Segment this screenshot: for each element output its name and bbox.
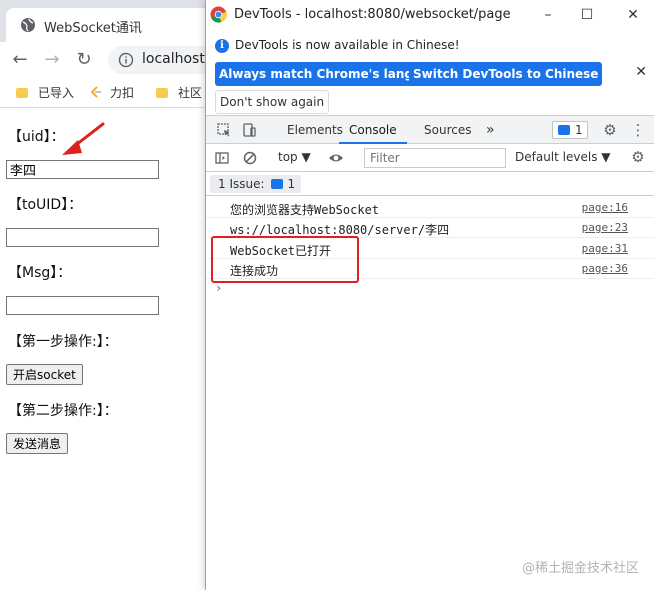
console-log-row: ws://localhost:8080/server/李四 page:23	[206, 218, 654, 238]
log-levels-selector[interactable]: Default levels ▼	[515, 150, 611, 164]
settings-gear-icon[interactable]: ⚙	[602, 122, 618, 138]
tab-sources[interactable]: Sources	[424, 116, 471, 144]
close-infobar-icon[interactable]: ✕	[635, 64, 647, 80]
switch-chinese-button[interactable]: Switch DevTools to Chinese	[409, 62, 603, 86]
uid-label: 【uid】：	[8, 129, 65, 145]
forward-arrow-icon[interactable]: →	[42, 50, 62, 70]
step1-label: 【第一步操作:】：	[8, 334, 118, 350]
minimize-icon[interactable]: –	[535, 4, 561, 26]
devtools-titlebar: DevTools - localhost:8080/websocket/page…	[206, 0, 654, 30]
tab-elements[interactable]: Elements	[287, 116, 343, 144]
source-link[interactable]: page:16	[582, 201, 628, 214]
console-settings-gear-icon[interactable]: ⚙	[630, 149, 646, 165]
red-arrow-annotation	[62, 122, 105, 155]
device-toolbar-icon[interactable]	[241, 122, 257, 138]
devtools-title: DevTools - localhost:8080/websocket/page	[234, 7, 511, 22]
issues-bar: 1 Issue: 1	[206, 172, 654, 196]
dont-show-again-button[interactable]: Don't show again	[215, 90, 330, 114]
browser-tab[interactable]: WebSocket通讯	[6, 8, 216, 42]
sidebar-toggle-icon[interactable]	[214, 150, 230, 166]
bookmark-label: 已导入	[38, 86, 75, 100]
inspect-element-icon[interactable]	[216, 122, 232, 138]
filter-input[interactable]	[364, 148, 506, 168]
issues-pill-label: 1 Issue:	[218, 177, 265, 191]
eye-icon[interactable]	[328, 150, 344, 166]
step2-label: 【第二步操作:】：	[8, 403, 118, 419]
infobar-message: DevTools is now available in Chinese!	[235, 38, 460, 52]
issues-badge[interactable]: 1	[552, 121, 588, 139]
devtools-panel-tabs: Elements Console Sources » 1 ⚙ ⋮	[206, 116, 654, 144]
devtools-window: DevTools - localhost:8080/websocket/page…	[205, 0, 654, 590]
globe-icon	[21, 18, 35, 32]
folder-icon	[156, 88, 168, 98]
console-log-row: 您的浏览器支持WebSocket page:16	[206, 198, 654, 218]
bookmark-label: 社区	[178, 86, 203, 100]
console-message: 您的浏览器支持WebSocket	[230, 203, 380, 217]
source-link[interactable]: page:23	[582, 221, 628, 234]
info-icon: i	[215, 39, 229, 53]
folder-icon	[16, 88, 28, 98]
message-icon	[270, 179, 283, 189]
red-highlight-box	[211, 236, 359, 283]
watermark: @稀土掘金技术社区	[521, 561, 639, 576]
bookmark-label: 力扣	[110, 86, 135, 100]
tab-title: WebSocket通讯	[44, 21, 142, 36]
address-text: localhost:	[142, 51, 210, 67]
reload-icon[interactable]: ↻	[74, 50, 94, 70]
chrome-logo-icon	[210, 6, 227, 23]
send-message-button[interactable]: 发送消息	[6, 433, 69, 454]
bookmark-community[interactable]: 社区	[156, 84, 202, 102]
touid-label: 【toUID】：	[8, 197, 83, 213]
msg-label: 【Msg】：	[8, 265, 72, 281]
info-icon[interactable]	[118, 52, 134, 68]
bookmark-leetcode[interactable]: 力扣	[90, 84, 134, 102]
leetcode-icon	[90, 86, 101, 98]
console-prompt-icon[interactable]: ›	[215, 281, 222, 295]
console-toolbar: top ▼ Default levels ▼ ⚙	[206, 144, 654, 172]
console-output: 您的浏览器支持WebSocket page:16 ws://localhost:…	[206, 197, 654, 590]
close-window-icon[interactable]: ✕	[620, 4, 646, 26]
more-tabs-icon[interactable]: »	[486, 116, 495, 144]
uid-input[interactable]	[6, 160, 159, 179]
more-options-icon[interactable]: ⋮	[630, 122, 646, 138]
tab-console[interactable]: Console	[339, 116, 407, 144]
maximize-icon[interactable]: ☐	[574, 4, 600, 26]
bookmark-imported[interactable]: 已导入	[16, 84, 74, 102]
language-infobar: i DevTools is now available in Chinese! …	[206, 30, 654, 116]
clear-console-icon[interactable]	[242, 150, 258, 166]
issues-count: 1	[575, 123, 583, 137]
context-selector[interactable]: top ▼	[278, 150, 311, 164]
back-arrow-icon[interactable]: ←	[10, 50, 30, 70]
issues-pill[interactable]: 1 Issue: 1	[210, 175, 302, 193]
source-link[interactable]: page:36	[582, 262, 628, 275]
touid-input[interactable]	[6, 228, 159, 247]
msg-input[interactable]	[6, 296, 159, 315]
open-socket-button[interactable]: 开启socket	[6, 364, 83, 385]
source-link[interactable]: page:31	[582, 242, 628, 255]
issues-pill-count: 1	[287, 177, 296, 191]
message-icon	[558, 125, 570, 135]
